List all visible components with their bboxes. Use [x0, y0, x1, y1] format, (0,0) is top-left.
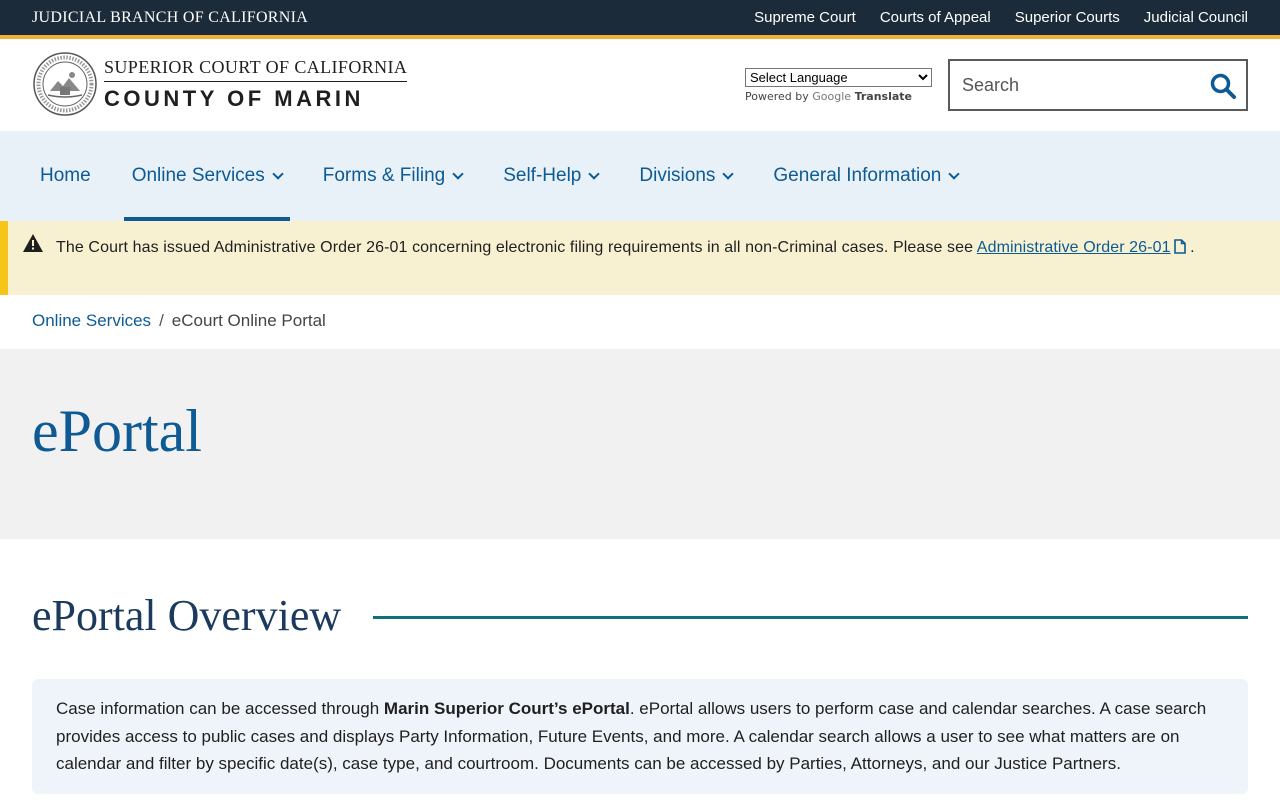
alert-message: The Court has issued Administrative Orde… [56, 234, 1206, 261]
page-title: ePortal [32, 398, 202, 464]
judicial-links: Supreme Court Courts of Appeal Superior … [754, 9, 1248, 26]
page-title-band: ePortal [0, 349, 1280, 539]
search-icon[interactable] [1210, 73, 1236, 99]
info-text-prefix: Case information can be accessed through [56, 699, 384, 718]
administrative-order-link[interactable]: Administrative Order 26-01 [977, 239, 1186, 256]
search-box [948, 59, 1248, 111]
chevron-down-icon [722, 167, 735, 180]
nav-home-label: Home [40, 165, 91, 186]
logo-text: SUPERIOR COURT OF CALIFORNIA COUNTY OF M… [104, 57, 408, 112]
nav-divisions-label: Divisions [639, 165, 716, 186]
administrative-order-link-text: Administrative Order 26-01 [976, 239, 1171, 256]
alert-text: The Court has issued Administrative Orde… [56, 239, 977, 256]
document-icon [1173, 239, 1186, 254]
section-heading: ePortal Overview [32, 590, 1248, 641]
chevron-down-icon [272, 167, 284, 180]
breadcrumb-separator: / [159, 311, 164, 330]
info-text-bold: Marin Superior Court’s ePortal [383, 699, 630, 718]
breadcrumb: Online Services / eCourt Online Portal [32, 311, 326, 331]
court-seal-icon [33, 52, 97, 116]
nav-general-information-label: General Information [773, 165, 942, 186]
google-logo-text[interactable]: Google [812, 90, 851, 103]
section-divider [373, 616, 1248, 619]
chevron-down-icon [588, 167, 601, 180]
search-input[interactable] [950, 74, 1200, 96]
nav-home[interactable]: Home [32, 131, 99, 221]
nav-self-help[interactable]: Self-Help [495, 131, 606, 221]
breadcrumb-current: eCourt Online Portal [171, 311, 326, 330]
powered-by-label: Powered by [745, 90, 809, 103]
breadcrumb-online-services[interactable]: Online Services [32, 311, 151, 330]
warning-icon [23, 234, 43, 252]
judicial-branch-bar: JUDICIAL BRANCH OF CALIFORNIA Supreme Co… [0, 0, 1280, 39]
nav-self-help-label: Self-Help [503, 165, 582, 186]
link-judicial-council[interactable]: Judicial Council [1144, 9, 1248, 26]
translate-label: Translate [854, 90, 912, 103]
nav-online-services[interactable]: Online Services [123, 131, 290, 221]
powered-by-google: Powered by Google Translate [745, 90, 932, 103]
logo-superior-court: SUPERIOR COURT OF CALIFORNIA [104, 57, 408, 82]
nav-online-services-label: Online Services [131, 165, 265, 186]
nav-forms-filing-label: Forms & Filing [322, 165, 446, 186]
main-navigation: Home Online Services Forms & Filing Self… [0, 131, 1280, 221]
section-title: ePortal Overview [32, 591, 342, 640]
language-select[interactable]: Select Language [745, 68, 932, 87]
judicial-branch-title[interactable]: JUDICIAL BRANCH OF CALIFORNIA [32, 9, 308, 27]
link-supreme-court[interactable]: Supreme Court [754, 9, 856, 26]
eportal-info-box: Case information can be accessed through… [32, 679, 1248, 794]
chevron-down-icon [948, 167, 960, 180]
site-header: SUPERIOR COURT OF CALIFORNIA COUNTY OF M… [0, 39, 1280, 131]
chevron-down-icon [452, 167, 464, 180]
nav-forms-filing[interactable]: Forms & Filing [315, 131, 470, 221]
nav-divisions[interactable]: Divisions [631, 131, 740, 221]
link-courts-of-appeal[interactable]: Courts of Appeal [880, 9, 991, 26]
nav-general-information[interactable]: General Information [765, 131, 966, 221]
logo-county-name: COUNTY OF MARIN [104, 85, 364, 111]
google-translate: Select Language Powered by Google Transl… [745, 68, 932, 103]
alert-banner: The Court has issued Administrative Orde… [0, 221, 1280, 295]
alert-suffix: . [1185, 239, 1195, 256]
link-superior-courts[interactable]: Superior Courts [1015, 9, 1120, 26]
court-logo[interactable]: SUPERIOR COURT OF CALIFORNIA COUNTY OF M… [32, 51, 408, 117]
